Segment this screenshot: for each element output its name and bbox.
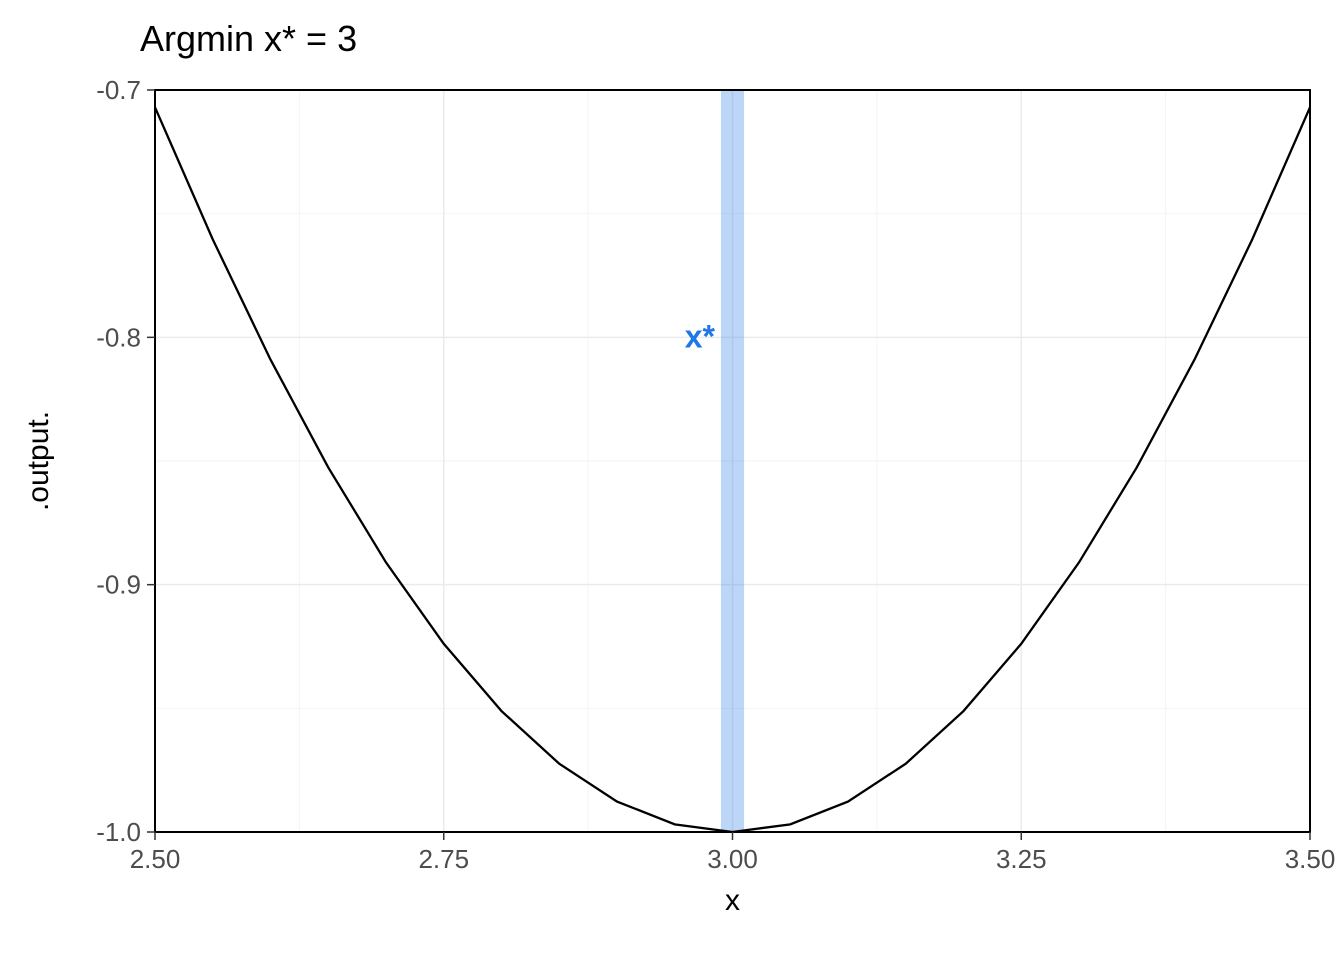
x-axis-label: x [725,884,740,917]
chart-svg: x* 2.50 2.75 3.00 3.25 3.50 -1.0 -0.9 -0.8 -0.7 x.… [0,0,1344,960]
y-tick-label: -0.7 [96,75,141,105]
y-tick-label: -1.0 [96,817,141,847]
x-tick-label: 3.50 [1285,844,1336,874]
y-axis-label: .output. [22,411,55,511]
y-tick-label: -0.8 [96,322,141,352]
y-tick-label: -0.9 [96,570,141,600]
argmin-band [721,90,744,832]
x-tick-label: 3.00 [707,844,758,874]
x-tick-label: 2.75 [418,844,469,874]
chart-container: Argmin x* = 3 x*2.502.753.003.253.50-1.0… [0,0,1344,960]
annotation-xstar: x* [685,318,716,354]
x-tick-label: 3.25 [996,844,1047,874]
x-tick-label: 2.50 [130,844,181,874]
